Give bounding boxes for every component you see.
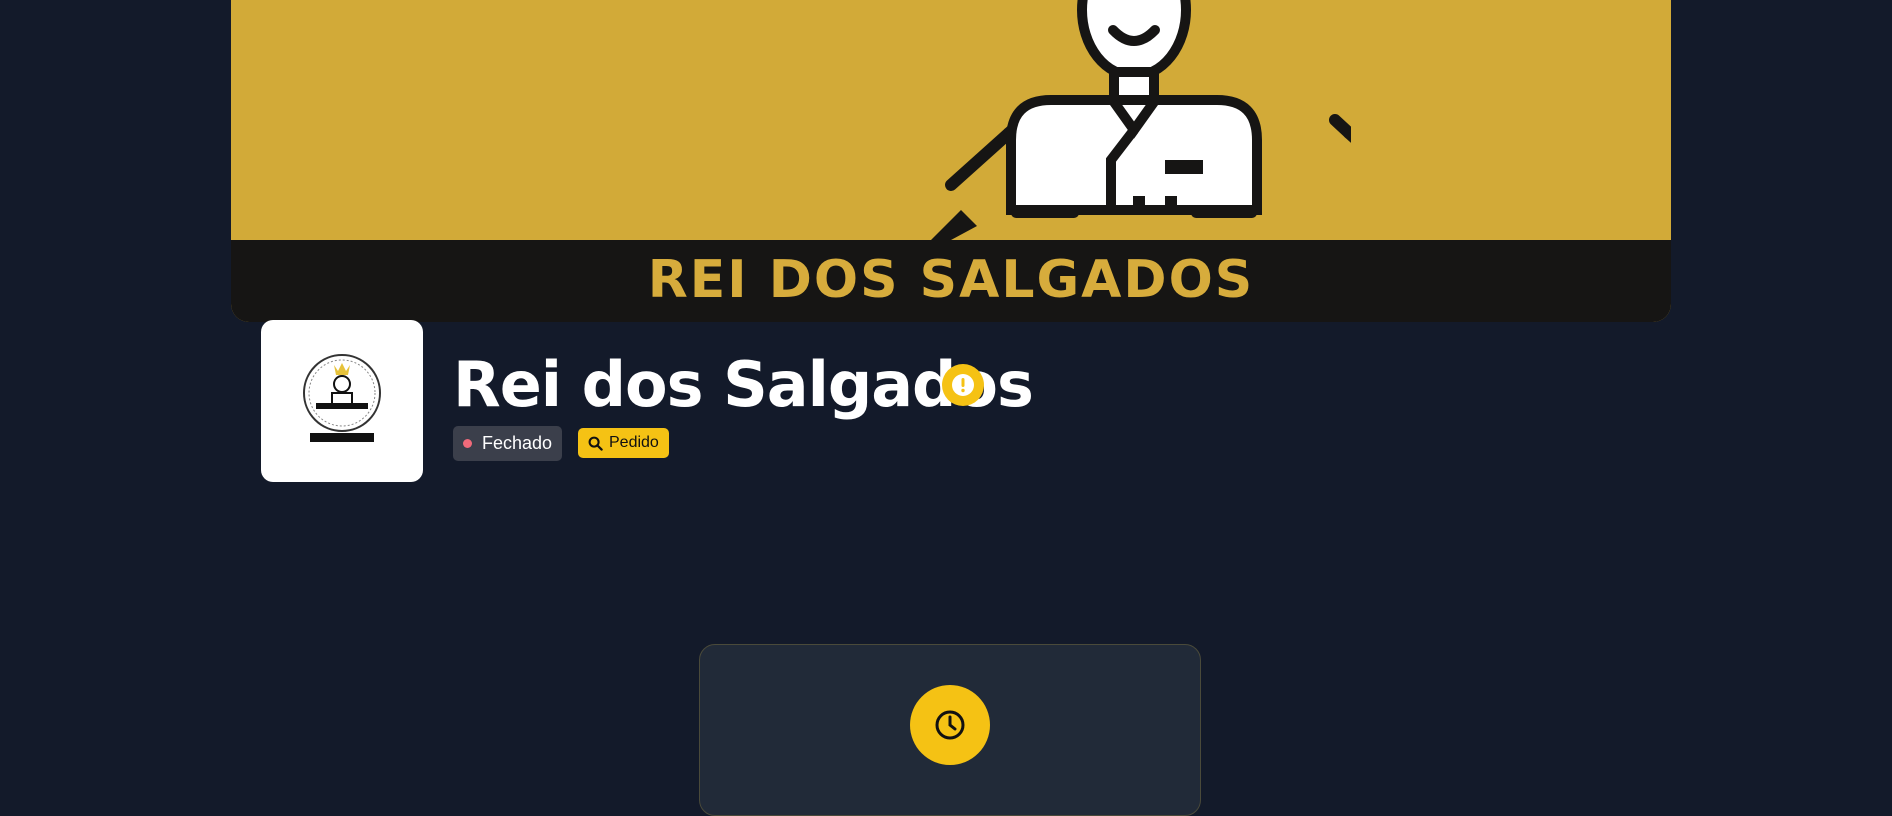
- chef-illustration: [931, 0, 1351, 240]
- closed-notice-card: [699, 644, 1201, 816]
- store-logo: [261, 320, 423, 482]
- store-logo-emblem: [303, 354, 381, 442]
- clock-icon: [910, 685, 990, 765]
- exclamation-icon[interactable]: [942, 364, 984, 406]
- order-button-label: Pedido: [609, 434, 659, 451]
- order-button[interactable]: Pedido: [578, 428, 669, 458]
- status-badge: Fechado: [453, 426, 563, 461]
- status-label: Fechado: [482, 433, 553, 453]
- status-dot: [463, 439, 472, 448]
- search-icon: [588, 436, 603, 451]
- store-banner: REI DOS SALGADOS: [231, 0, 1671, 322]
- banner-title: REI DOS SALGADOS: [647, 250, 1255, 310]
